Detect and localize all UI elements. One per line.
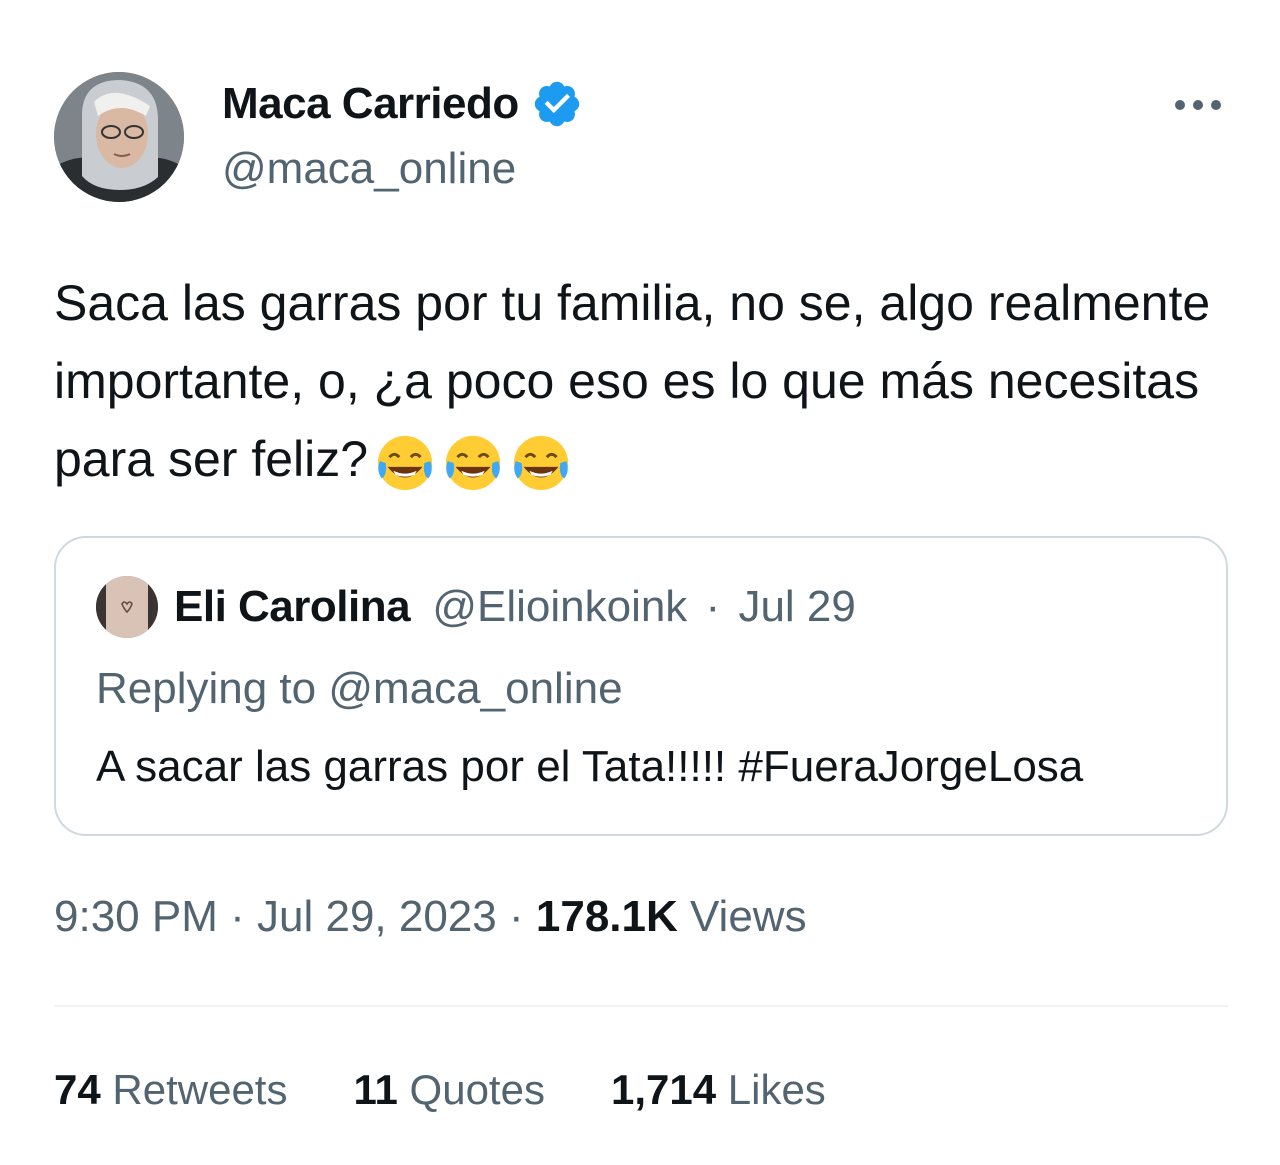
tweet-body: Saca las garras por tu familia, no se, a… [54, 264, 1244, 498]
quoted-tweet-date[interactable]: Jul 29 [738, 582, 855, 631]
quoted-author-handle[interactable]: @Elioinkoink [432, 582, 687, 631]
tweet-card: Maca Carriedo @maca_online Saca las garr… [0, 0, 1280, 1165]
replying-to-prefix: Replying to [96, 664, 317, 713]
author-name-text: Maca Carriedo [222, 79, 519, 128]
quoted-meta-separator: · [705, 582, 721, 631]
retweets-label: Retweets [112, 1066, 288, 1113]
retweets-count: 74 [54, 1066, 101, 1113]
likes-count: 1,714 [610, 1066, 717, 1113]
replying-to-handle[interactable]: @maca_online [328, 664, 622, 713]
verified-badge-icon [531, 78, 583, 130]
likes-stat[interactable]: 1,714 Likes [611, 1066, 826, 1114]
face-with-tears-of-joy-icon [374, 432, 436, 494]
quoted-author-avatar[interactable] [96, 576, 158, 638]
quotes-label: Quotes [409, 1066, 545, 1113]
author-handle[interactable]: @maca_online [222, 144, 516, 194]
tweet-meta-line: 9:30 PM · Jul 29, 2023 · 178.1K Views [54, 892, 807, 942]
face-with-tears-of-joy-icon [442, 432, 504, 494]
author-avatar-image [54, 72, 184, 202]
tweet-time[interactable]: 9:30 PM [54, 892, 218, 941]
engagement-stats: 74 Retweets 11 Quotes 1,714 Likes [54, 1066, 826, 1114]
quoted-author-avatar-image [96, 576, 158, 638]
tweet-date[interactable]: Jul 29, 2023 [257, 892, 497, 941]
quoted-tweet-header: Eli Carolina @Elioinkoink · Jul 29 [174, 582, 856, 632]
more-options-icon[interactable] [1168, 82, 1228, 128]
retweets-stat[interactable]: 74 Retweets [54, 1066, 287, 1114]
quoted-tweet-text: A sacar las garras por el Tata!!!!! #Fue… [96, 742, 1084, 791]
quotes-count: 11 [353, 1066, 398, 1113]
meta-separator: · [508, 892, 524, 941]
views-count: 178.1K [535, 892, 678, 941]
views-label: Views [690, 892, 807, 941]
tweet-text: Saca las garras por tu familia, no se, a… [54, 275, 1211, 487]
meta-separator: · [230, 892, 245, 941]
quoted-tweet-card[interactable]: Eli Carolina @Elioinkoink · Jul 29 Reply… [54, 536, 1228, 836]
quotes-stat[interactable]: 11 Quotes [353, 1066, 545, 1114]
likes-label: Likes [727, 1066, 826, 1113]
face-with-tears-of-joy-icon [510, 432, 572, 494]
author-name[interactable]: Maca Carriedo [222, 78, 583, 130]
quoted-author-name[interactable]: Eli Carolina [174, 582, 411, 631]
divider [54, 1005, 1228, 1007]
replying-to-line: Replying to @maca_online [96, 664, 623, 714]
author-avatar[interactable] [54, 72, 184, 202]
